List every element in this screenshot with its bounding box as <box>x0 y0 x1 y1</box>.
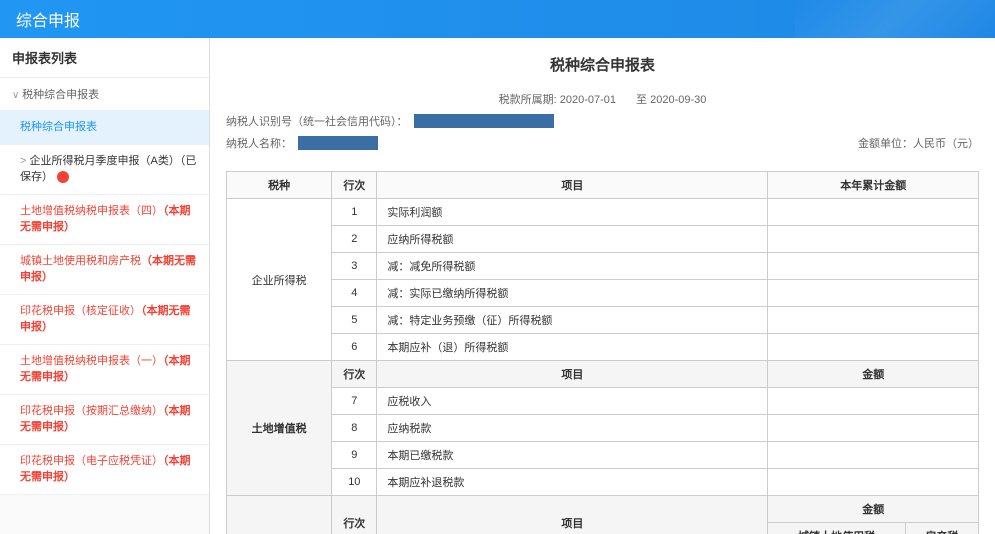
sidebar-item-label: 城镇土地使用税和房产税 <box>20 255 141 267</box>
report-table: 税种 行次 项目 本年累计金额 企业所得税1实际利润额2应纳所得税额3减：减免所… <box>226 171 979 534</box>
sidebar-item-label: 印花税申报（按期汇总缴纳） <box>20 405 163 417</box>
row-number: 5 <box>332 307 377 334</box>
sidebar-item-2[interactable]: 土地增值税纳税申报表（四）（本期无需申报） <box>0 195 209 245</box>
taxpayer-id-row: 纳税人识别号（统一社会信用代码）： <box>226 113 979 129</box>
table-row: 6本期应补（退）所得税额 <box>227 334 979 361</box>
category-cell: 企业所得税 <box>227 199 332 361</box>
row-number: 8 <box>332 415 377 442</box>
section-header-row: 土地增值税行次项目金额 <box>227 361 979 388</box>
sidebar-item-6[interactable]: 印花税申报（按期汇总缴纳）（本期无需申报） <box>0 395 209 445</box>
row-value[interactable] <box>768 442 979 469</box>
row-item: 减：特定业务预缴（征）所得税额 <box>377 307 768 334</box>
row-value[interactable] <box>768 388 979 415</box>
report-title: 税种综合申报表 <box>226 48 979 87</box>
row-item: 减：实际已缴纳所得税额 <box>377 280 768 307</box>
nav-group-header[interactable]: 税种综合申报表 <box>0 78 209 111</box>
row-item: 实际利润额 <box>377 199 768 226</box>
table-row: 2应纳所得税额 <box>227 226 979 253</box>
table-row: 10本期应补退税款 <box>227 469 979 496</box>
sidebar-item-5[interactable]: 土地增值税纳税申报表（一）（本期无需申报） <box>0 345 209 395</box>
app-header: 综合申报 <box>0 0 995 38</box>
row-value[interactable] <box>768 280 979 307</box>
period-label: 税款所属期: <box>499 94 557 106</box>
sidebar-item-3[interactable]: 城镇土地使用税和房产税（本期无需申报） <box>0 245 209 295</box>
taxpayer-name-value <box>298 136 378 150</box>
tax-period-row: 税款所属期: 2020-07-01 至 2020-09-30 <box>226 91 979 107</box>
row-value[interactable] <box>768 334 979 361</box>
row-number: 6 <box>332 334 377 361</box>
row-value[interactable] <box>768 415 979 442</box>
sub-col-amount: 金额 <box>768 496 979 523</box>
col-category: 税种 <box>227 172 332 199</box>
sub-col-item: 项目 <box>377 496 768 534</box>
row-item: 减：减免所得税额 <box>377 253 768 280</box>
row-value[interactable] <box>768 199 979 226</box>
alert-dot-icon <box>57 171 69 183</box>
row-value[interactable] <box>768 226 979 253</box>
row-item: 应税收入 <box>377 388 768 415</box>
taxpayer-name-row: 纳税人名称： 金额单位：人民币（元） <box>226 135 979 151</box>
period-from: 2020-07-01 <box>560 94 616 106</box>
sidebar-item-label: 印花税申报（核定征收） <box>20 305 141 317</box>
sidebar-item-label: 税种综合申报表 <box>20 121 97 133</box>
taxpayer-id-value <box>414 114 554 128</box>
col-ytd: 本年累计金额 <box>768 172 979 199</box>
table-row: 7应税收入 <box>227 388 979 415</box>
row-item: 本期已缴税款 <box>377 442 768 469</box>
sidebar-item-0[interactable]: 税种综合申报表 <box>0 111 209 145</box>
category-cell: 土地增值税 <box>227 361 332 496</box>
table-row: 企业所得税1实际利润额 <box>227 199 979 226</box>
row-number: 9 <box>332 442 377 469</box>
row-item: 应纳所得税额 <box>377 226 768 253</box>
sub-col-rowno: 行次 <box>332 361 377 388</box>
sub-col-amount: 金额 <box>768 361 979 388</box>
sub-col-item: 项目 <box>377 361 768 388</box>
unit-label: 金额单位：人民币（元） <box>858 135 979 151</box>
table-row: 3减：减免所得税额 <box>227 253 979 280</box>
row-number: 3 <box>332 253 377 280</box>
row-value[interactable] <box>768 307 979 334</box>
row-number: 4 <box>332 280 377 307</box>
sub-col-rowno: 行次 <box>332 496 377 534</box>
table-row: 8应纳税款 <box>227 415 979 442</box>
sidebar: 申报表列表 税种综合申报表 税种综合申报表企业所得税月季度申报（A类）（已保存）… <box>0 38 210 534</box>
sidebar-item-label: 土地增值税纳税申报表（四） <box>20 205 163 217</box>
row-item: 应纳税款 <box>377 415 768 442</box>
sub-col-property: 房产税 <box>905 523 978 534</box>
sidebar-item-4[interactable]: 印花税申报（核定征收）（本期无需申报） <box>0 295 209 345</box>
sidebar-item-7[interactable]: 印花税申报（电子应税凭证）（本期无需申报） <box>0 445 209 495</box>
row-number: 7 <box>332 388 377 415</box>
row-value[interactable] <box>768 253 979 280</box>
row-item: 本期应补退税款 <box>377 469 768 496</box>
row-number: 1 <box>332 199 377 226</box>
sidebar-item-1[interactable]: 企业所得税月季度申报（A类）（已保存） <box>0 145 209 195</box>
sidebar-item-label: 土地增值税纳税申报表（一） <box>20 355 163 367</box>
table-row: 5减：特定业务预缴（征）所得税额 <box>227 307 979 334</box>
app-title: 综合申报 <box>16 7 80 31</box>
col-item: 项目 <box>377 172 768 199</box>
sidebar-item-label: 企业所得税月季度申报（A类） <box>29 155 179 167</box>
table-row: 9本期已缴税款 <box>227 442 979 469</box>
taxpayer-name-label: 纳税人名称： <box>226 135 292 151</box>
section-header-row: 城镇土地使用税和房产税行次项目金额 <box>227 496 979 523</box>
row-number: 10 <box>332 469 377 496</box>
taxpayer-id-label: 纳税人识别号（统一社会信用代码）： <box>226 113 408 129</box>
period-to: 2020-09-30 <box>650 94 706 106</box>
table-row: 4减：实际已缴纳所得税额 <box>227 280 979 307</box>
col-rowno: 行次 <box>332 172 377 199</box>
row-number: 2 <box>332 226 377 253</box>
sub-col-urban-land: 城镇土地使用税 <box>768 523 905 534</box>
main-content: 税种综合申报表 税款所属期: 2020-07-01 至 2020-09-30 纳… <box>210 38 995 534</box>
sidebar-title: 申报表列表 <box>0 38 209 78</box>
period-to-label: 至 <box>636 94 647 106</box>
sidebar-item-label: 印花税申报（电子应税凭证） <box>20 455 163 467</box>
row-value[interactable] <box>768 469 979 496</box>
category-cell: 城镇土地使用税和房产税 <box>227 496 332 534</box>
row-item: 本期应补（退）所得税额 <box>377 334 768 361</box>
